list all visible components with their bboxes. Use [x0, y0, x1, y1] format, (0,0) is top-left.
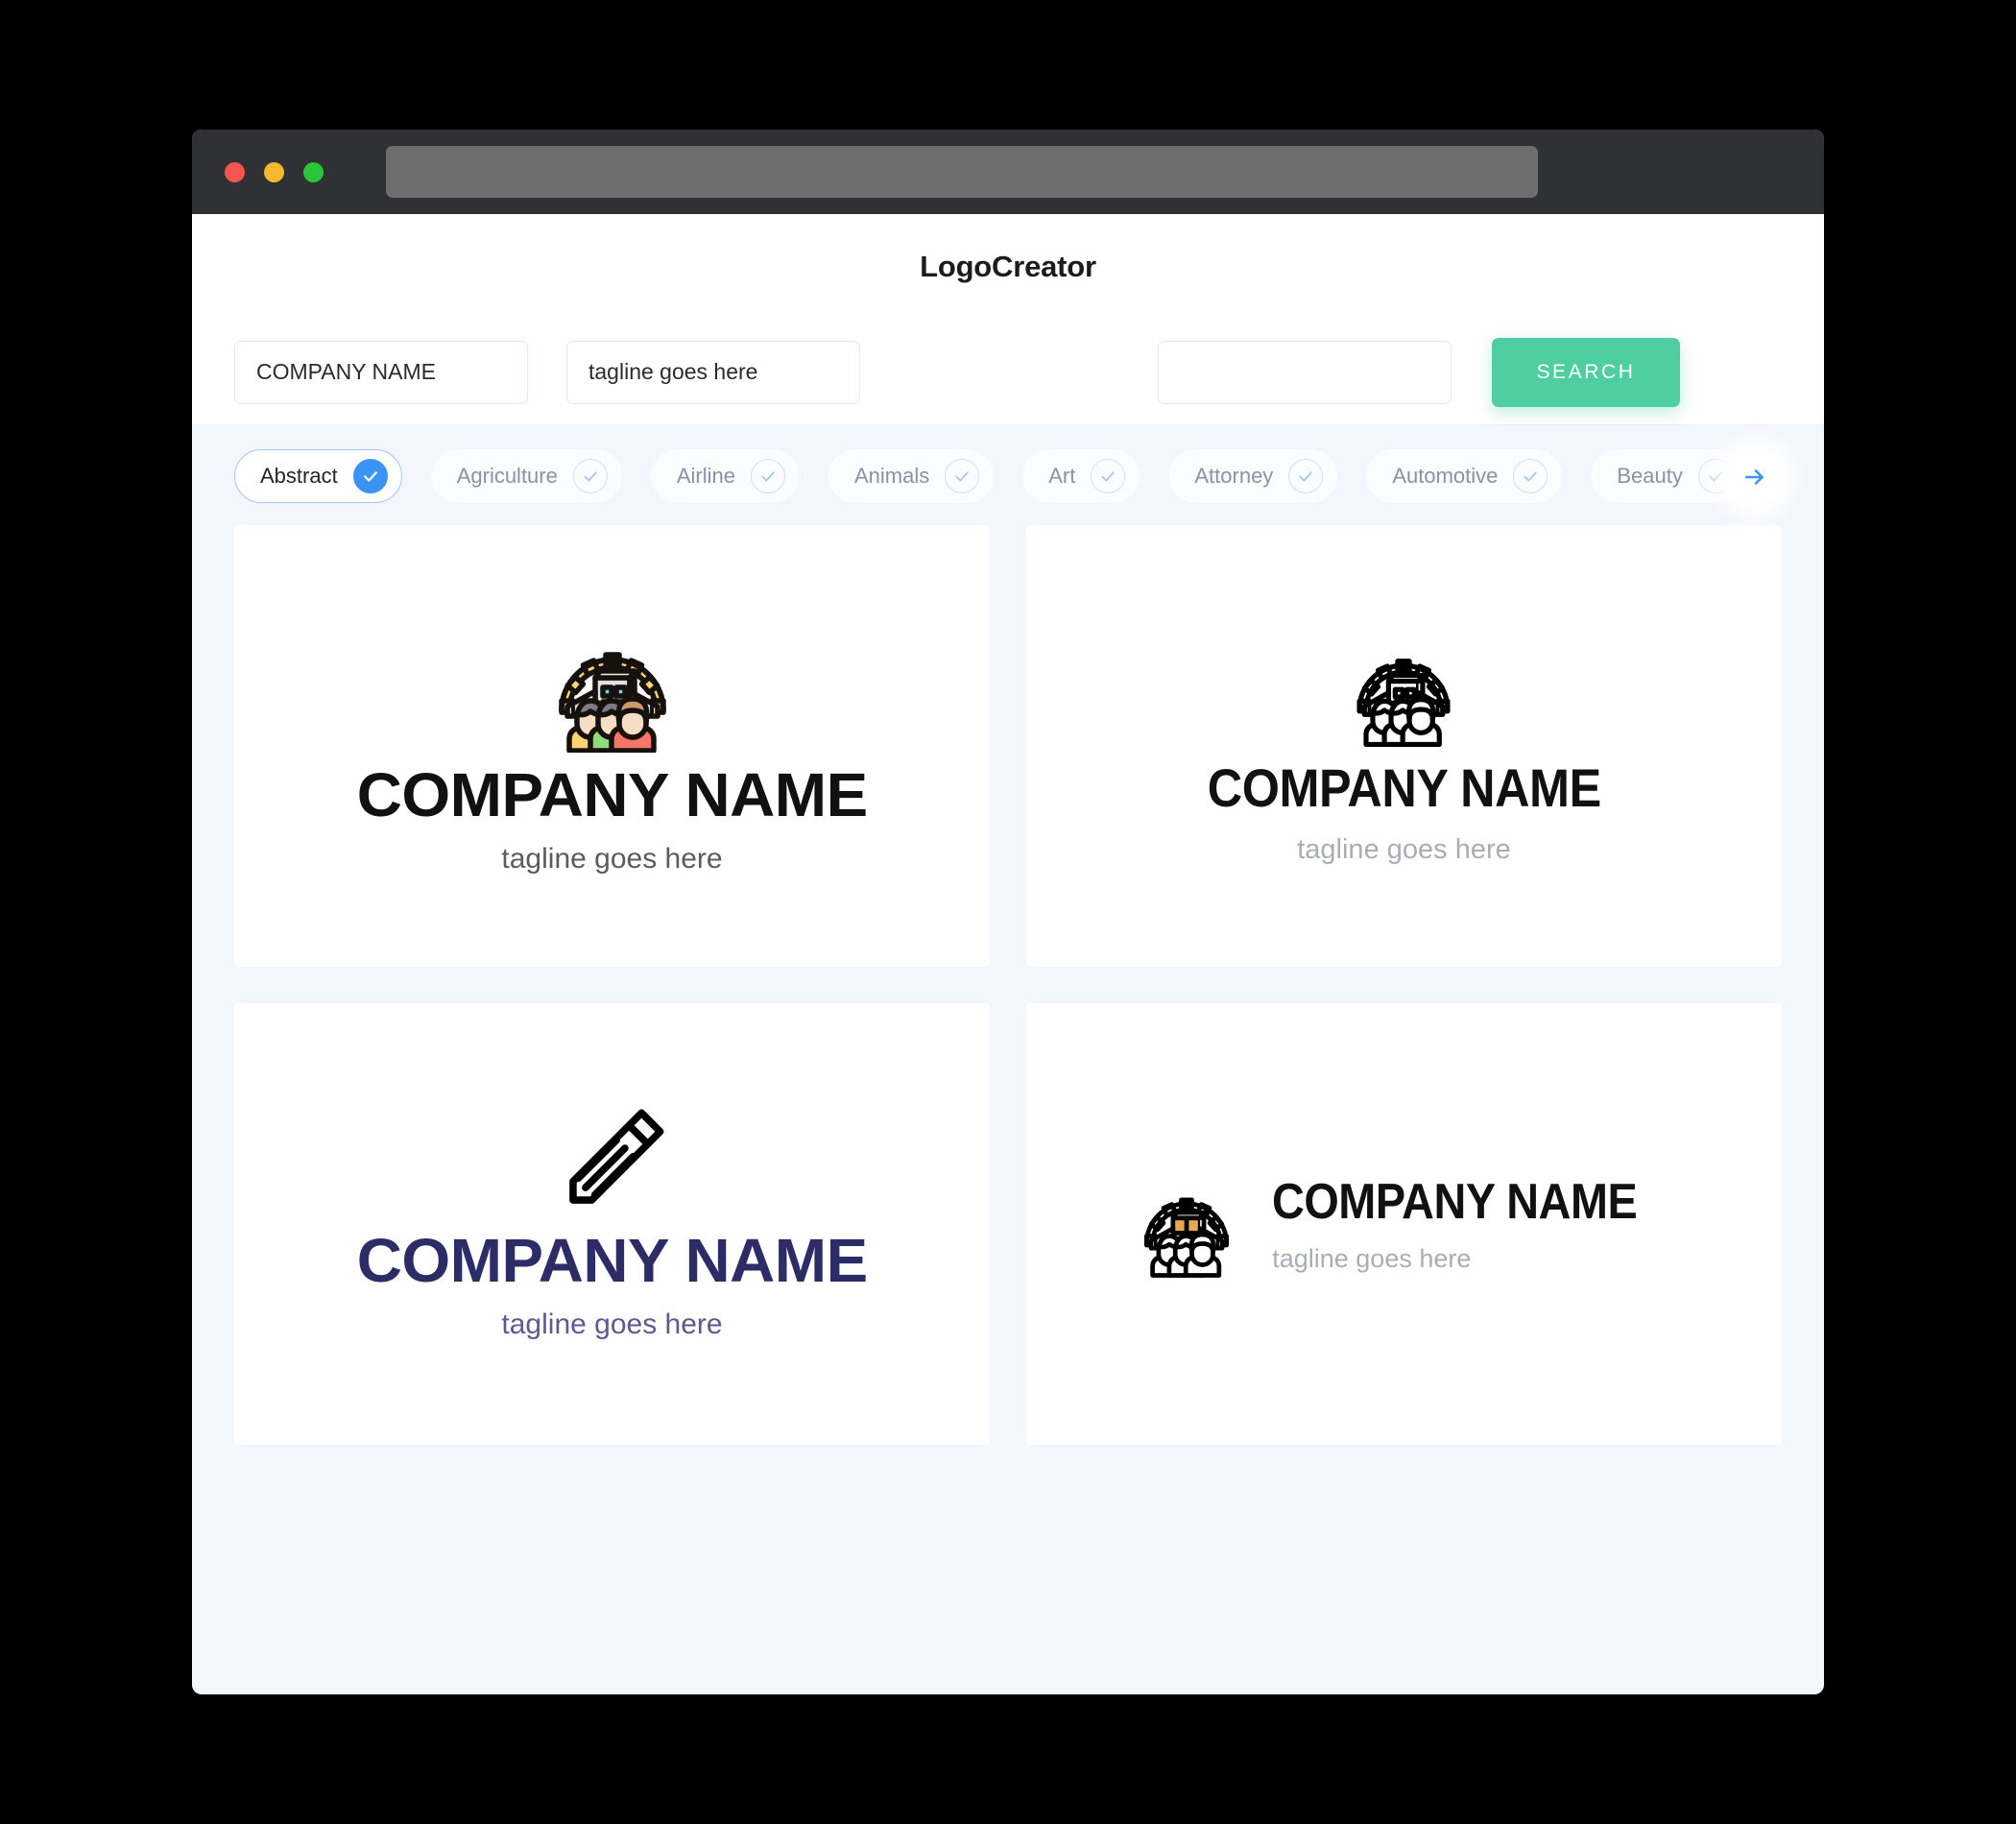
browser-chrome	[192, 130, 1824, 214]
factory-team-outline-icon	[1341, 628, 1466, 748]
arrow-right-icon	[1745, 469, 1764, 485]
close-button[interactable]	[225, 161, 245, 182]
categories-next-button[interactable]	[1728, 450, 1782, 504]
logo-tagline: tagline goes here	[501, 1308, 723, 1340]
logo-card[interactable]: COMPANY NAME tagline goes here	[234, 525, 990, 967]
app-brand-title: LogoCreator	[920, 250, 1096, 283]
category-chip-beauty[interactable]: Beauty	[1591, 449, 1747, 503]
search-bar: SEARCH	[192, 320, 1824, 425]
category-chip-label: Agriculture	[456, 464, 558, 488]
category-chip-airline[interactable]: Airline	[650, 449, 800, 503]
check-icon	[572, 459, 608, 493]
url-bar[interactable]	[386, 146, 1538, 198]
category-chip-label: Attorney	[1194, 464, 1274, 488]
logo-card[interactable]: COMPANY NAME tagline goes here	[234, 1003, 990, 1445]
check-icon	[945, 459, 980, 493]
category-chip-animals[interactable]: Animals	[828, 449, 995, 503]
logo-card[interactable]: COMPANY NAME tagline goes here	[1026, 1003, 1782, 1445]
category-chip-label: Beauty	[1617, 464, 1683, 488]
logo-company-name: COMPANY NAME	[1207, 757, 1601, 818]
category-chip-agriculture[interactable]: Agriculture	[430, 449, 622, 503]
app-header: LogoCreator	[192, 214, 1824, 320]
logo-tagline: tagline goes here	[501, 843, 723, 875]
category-chip-label: Airline	[676, 464, 735, 488]
search-button[interactable]: SEARCH	[1492, 337, 1680, 407]
category-chip-label: Automotive	[1392, 464, 1499, 488]
category-chip-automotive[interactable]: Automotive	[1366, 449, 1563, 503]
category-chip-art[interactable]: Art	[1022, 449, 1140, 503]
logo-results-grid: COMPANY NAME tagline goes here COMPANY N…	[192, 525, 1824, 1487]
logo-card[interactable]: COMPANY NAME tagline goes here	[1026, 525, 1782, 967]
category-chip-label: Art	[1048, 464, 1076, 488]
minimize-button[interactable]	[264, 161, 284, 182]
check-icon	[1091, 459, 1126, 493]
browser-window: LogoCreator SEARCH Abstract Agriculture Ai…	[192, 130, 1824, 1694]
company-name-input[interactable]	[234, 340, 528, 404]
category-filter-bar: Abstract Agriculture Airline Animals Art Atto…	[192, 425, 1824, 525]
maximize-button[interactable]	[303, 161, 324, 182]
keyword-input[interactable]	[1158, 340, 1452, 404]
check-icon	[1513, 459, 1548, 493]
factory-team-amber-icon	[1130, 1170, 1243, 1278]
logo-company-name: COMPANY NAME	[356, 760, 868, 829]
category-chip-label: Abstract	[260, 464, 338, 488]
category-chip-label: Animals	[854, 464, 930, 488]
tagline-input[interactable]	[566, 340, 860, 404]
logo-tagline: tagline goes here	[1272, 1243, 1472, 1273]
category-chip-attorney[interactable]: Attorney	[1168, 449, 1338, 503]
logo-tagline: tagline goes here	[1297, 834, 1511, 865]
check-icon	[352, 459, 388, 493]
category-chip-list: Abstract Agriculture Airline Animals Art Atto…	[234, 448, 1824, 504]
check-icon	[1288, 459, 1324, 493]
logo-company-name: COMPANY NAME	[1272, 1173, 1638, 1230]
check-icon	[751, 459, 785, 493]
category-chip-abstract[interactable]: Abstract	[234, 449, 402, 503]
logo-company-name: COMPANY NAME	[356, 1226, 868, 1295]
window-controls	[225, 161, 324, 182]
factory-team-color-icon	[540, 618, 684, 753]
pencil-icon	[561, 1109, 664, 1212]
